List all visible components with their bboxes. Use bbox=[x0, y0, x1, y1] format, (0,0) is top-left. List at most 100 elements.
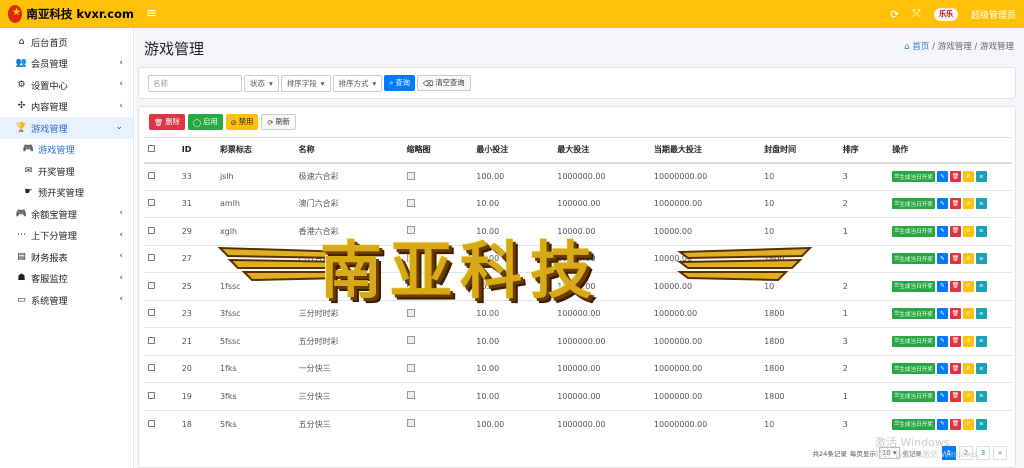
column-header[interactable]: 缩略图 bbox=[402, 137, 473, 164]
generate-draw-button[interactable]: ☰ 生成当日开奖 bbox=[892, 418, 935, 430]
refresh-button[interactable]: ⟳ 刷新 bbox=[261, 114, 297, 130]
column-header[interactable]: 排序 bbox=[838, 137, 889, 164]
list-icon[interactable]: ≡ bbox=[975, 308, 987, 320]
sidebar-item-4[interactable]: 🏆 游戏管理 ⌄ bbox=[0, 117, 133, 139]
sort-field-select[interactable]: 排序字段 ▾ bbox=[280, 74, 331, 92]
ban-icon[interactable]: ⊘ bbox=[962, 363, 974, 375]
generate-draw-button[interactable]: ☰ 生成当日开奖 bbox=[892, 308, 935, 320]
sort-way-select[interactable]: 排序方式 ▾ bbox=[332, 74, 383, 92]
brand-logo[interactable]: 南亚科技 kvxr.com bbox=[0, 0, 134, 28]
user-name[interactable]: 超级管理员 bbox=[971, 8, 1016, 21]
generate-draw-button[interactable]: ☰ 生成当日开奖 bbox=[892, 253, 935, 265]
row-checkbox[interactable] bbox=[148, 336, 155, 344]
table-row[interactable]: 21 5fssc 五分时时彩 10.00 1000000.00 1000000.00 180… bbox=[144, 327, 1012, 355]
row-checkbox[interactable] bbox=[148, 419, 155, 427]
trash-icon[interactable]: 🗑 bbox=[949, 335, 961, 347]
trash-icon[interactable]: 🗑 bbox=[949, 308, 961, 320]
sidebar-item-7[interactable]: ☛ 预开奖管理 bbox=[0, 182, 133, 204]
generate-draw-button[interactable]: ☰ 生成当日开奖 bbox=[892, 335, 935, 347]
edit-icon[interactable]: ✎ bbox=[936, 335, 948, 347]
ban-icon[interactable]: ⊘ bbox=[962, 198, 974, 210]
generate-draw-button[interactable]: ☰ 生成当日开奖 bbox=[892, 198, 935, 210]
list-icon[interactable]: ≡ bbox=[975, 198, 987, 210]
list-icon[interactable]: ≡ bbox=[975, 335, 987, 347]
ban-icon[interactable]: ⊘ bbox=[962, 308, 974, 320]
row-checkbox[interactable] bbox=[148, 364, 155, 372]
list-icon[interactable]: ≡ bbox=[975, 280, 987, 292]
ban-icon[interactable]: ⊘ bbox=[962, 335, 974, 347]
trash-icon[interactable]: 🗑 bbox=[949, 280, 961, 292]
refresh-icon[interactable]: ⟳ bbox=[890, 8, 899, 21]
disable-button[interactable]: ⊘ 禁用 bbox=[225, 114, 259, 130]
edit-icon[interactable]: ✎ bbox=[936, 363, 948, 375]
edit-icon[interactable]: ✎ bbox=[936, 418, 948, 430]
sidebar-item-0[interactable]: ⌂ 后台首页 bbox=[0, 31, 133, 53]
sidebar-item-9[interactable]: ⋯ 上下分管理 ‹ bbox=[0, 225, 133, 247]
ban-icon[interactable]: ⊘ bbox=[962, 390, 974, 402]
generate-draw-button[interactable]: ☰ 生成当日开奖 bbox=[892, 171, 935, 182]
row-checkbox[interactable] bbox=[148, 199, 155, 207]
menu-toggle-icon[interactable]: ≡ bbox=[146, 6, 157, 21]
sidebar-item-10[interactable]: ▤ 财务报表 ‹ bbox=[0, 246, 133, 268]
clear-button[interactable]: ⌫ 清空查询 bbox=[416, 75, 471, 91]
ban-icon[interactable]: ⊘ bbox=[962, 253, 974, 265]
list-icon[interactable]: ≡ bbox=[975, 253, 987, 265]
sidebar-item-12[interactable]: ▭ 系统管理 ‹ bbox=[0, 289, 133, 311]
sidebar-item-5[interactable]: 🎮 游戏管理 bbox=[0, 139, 133, 161]
trash-icon[interactable]: 🗑 bbox=[949, 253, 961, 265]
row-checkbox[interactable] bbox=[148, 226, 155, 234]
sidebar-item-11[interactable]: ☗ 客服监控 ‹ bbox=[0, 268, 133, 290]
list-icon[interactable]: ≡ bbox=[975, 171, 987, 182]
table-row[interactable]: 31 amlh 澳门六合彩 10.00 100000.00 1000000.00 10 2 ☰ … bbox=[144, 189, 1012, 218]
list-icon[interactable]: ≡ bbox=[975, 225, 987, 237]
edit-icon[interactable]: ✎ bbox=[936, 253, 948, 265]
table-row[interactable]: 27 门六合彩 10.00 10000.00 10000.00 1800 ☰ 生成当日开奖 ✎… bbox=[144, 244, 1012, 273]
table-row[interactable]: 29 xglh 香港六合彩 10.00 10000.00 10000.00 10 1 ☰ 生成当… bbox=[144, 217, 1012, 245]
ban-icon[interactable]: ⊘ bbox=[962, 171, 974, 182]
ban-icon[interactable]: ⊘ bbox=[962, 280, 974, 292]
table-row[interactable]: 25 1fssc 10.00 10000.00 10000.00 10 2 ☰ 生成当日开奖 ✎… bbox=[144, 272, 1012, 300]
trash-icon[interactable]: 🗑 bbox=[949, 198, 961, 210]
trash-icon[interactable]: 🗑 bbox=[949, 390, 961, 402]
table-row[interactable]: 33 jslh 极速六合彩 100.00 1000000.00 10000000.00 10… bbox=[144, 162, 1012, 190]
trash-icon[interactable]: 🗑 bbox=[949, 363, 961, 375]
column-header[interactable]: ID bbox=[177, 137, 216, 164]
edit-icon[interactable]: ✎ bbox=[936, 198, 948, 210]
sidebar-item-2[interactable]: ⚙ 设置中心 ‹ bbox=[0, 74, 133, 96]
edit-icon[interactable]: ✎ bbox=[936, 225, 948, 237]
sidebar-item-1[interactable]: 👥 会员管理 ‹ bbox=[0, 53, 133, 75]
column-header[interactable]: 封盘时间 bbox=[760, 137, 839, 164]
row-checkbox[interactable] bbox=[148, 391, 155, 399]
list-icon[interactable]: ≡ bbox=[975, 390, 987, 402]
column-header[interactable]: 最大投注 bbox=[553, 137, 650, 164]
edit-icon[interactable]: ✎ bbox=[936, 390, 948, 402]
name-input[interactable]: 名称 bbox=[148, 74, 242, 92]
next-page-button[interactable]: » bbox=[993, 446, 1007, 460]
edit-icon[interactable]: ✎ bbox=[936, 171, 948, 182]
enable-button[interactable]: ◯ 启用 bbox=[187, 114, 223, 130]
generate-draw-button[interactable]: ☰ 生成当日开奖 bbox=[892, 225, 935, 237]
column-header[interactable]: 操作 bbox=[888, 137, 1012, 164]
generate-draw-button[interactable]: ☰ 生成当日开奖 bbox=[892, 363, 935, 375]
trash-icon[interactable]: 🗑 bbox=[949, 418, 961, 430]
row-checkbox[interactable] bbox=[148, 281, 155, 289]
breadcrumb-home[interactable]: ⌂ 首页 bbox=[904, 42, 929, 52]
column-header[interactable]: 彩票标志 bbox=[215, 137, 295, 164]
trash-icon[interactable]: 🗑 bbox=[949, 171, 961, 182]
status-select[interactable]: 状态 ▾ bbox=[244, 74, 279, 92]
edit-icon[interactable]: ✎ bbox=[936, 308, 948, 320]
ban-icon[interactable]: ⊘ bbox=[962, 225, 974, 237]
list-icon[interactable]: ≡ bbox=[975, 363, 987, 375]
select-all-header[interactable] bbox=[144, 137, 178, 164]
table-row[interactable]: 20 1fks 一分快三 10.00 100000.00 1000000.00 1800 2 ☰… bbox=[144, 354, 1012, 383]
search-button[interactable]: ⌕ 查询 bbox=[384, 75, 415, 91]
column-header[interactable]: 当期最大投注 bbox=[649, 137, 761, 164]
delete-button[interactable]: 🗑 删除 bbox=[149, 114, 185, 130]
sidebar-item-6[interactable]: ✉ 开奖管理 bbox=[0, 160, 133, 182]
row-checkbox[interactable] bbox=[148, 172, 155, 179]
generate-draw-button[interactable]: ☰ 生成当日开奖 bbox=[892, 390, 935, 402]
column-header[interactable]: 名称 bbox=[294, 137, 403, 164]
table-row[interactable]: 19 3fks 三分快三 10.00 100000.00 1000000.00 1800 1 ☰… bbox=[144, 382, 1012, 410]
sidebar-item-3[interactable]: ✣ 内容管理 ‹ bbox=[0, 96, 133, 118]
generate-draw-button[interactable]: ☰ 生成当日开奖 bbox=[892, 280, 935, 292]
